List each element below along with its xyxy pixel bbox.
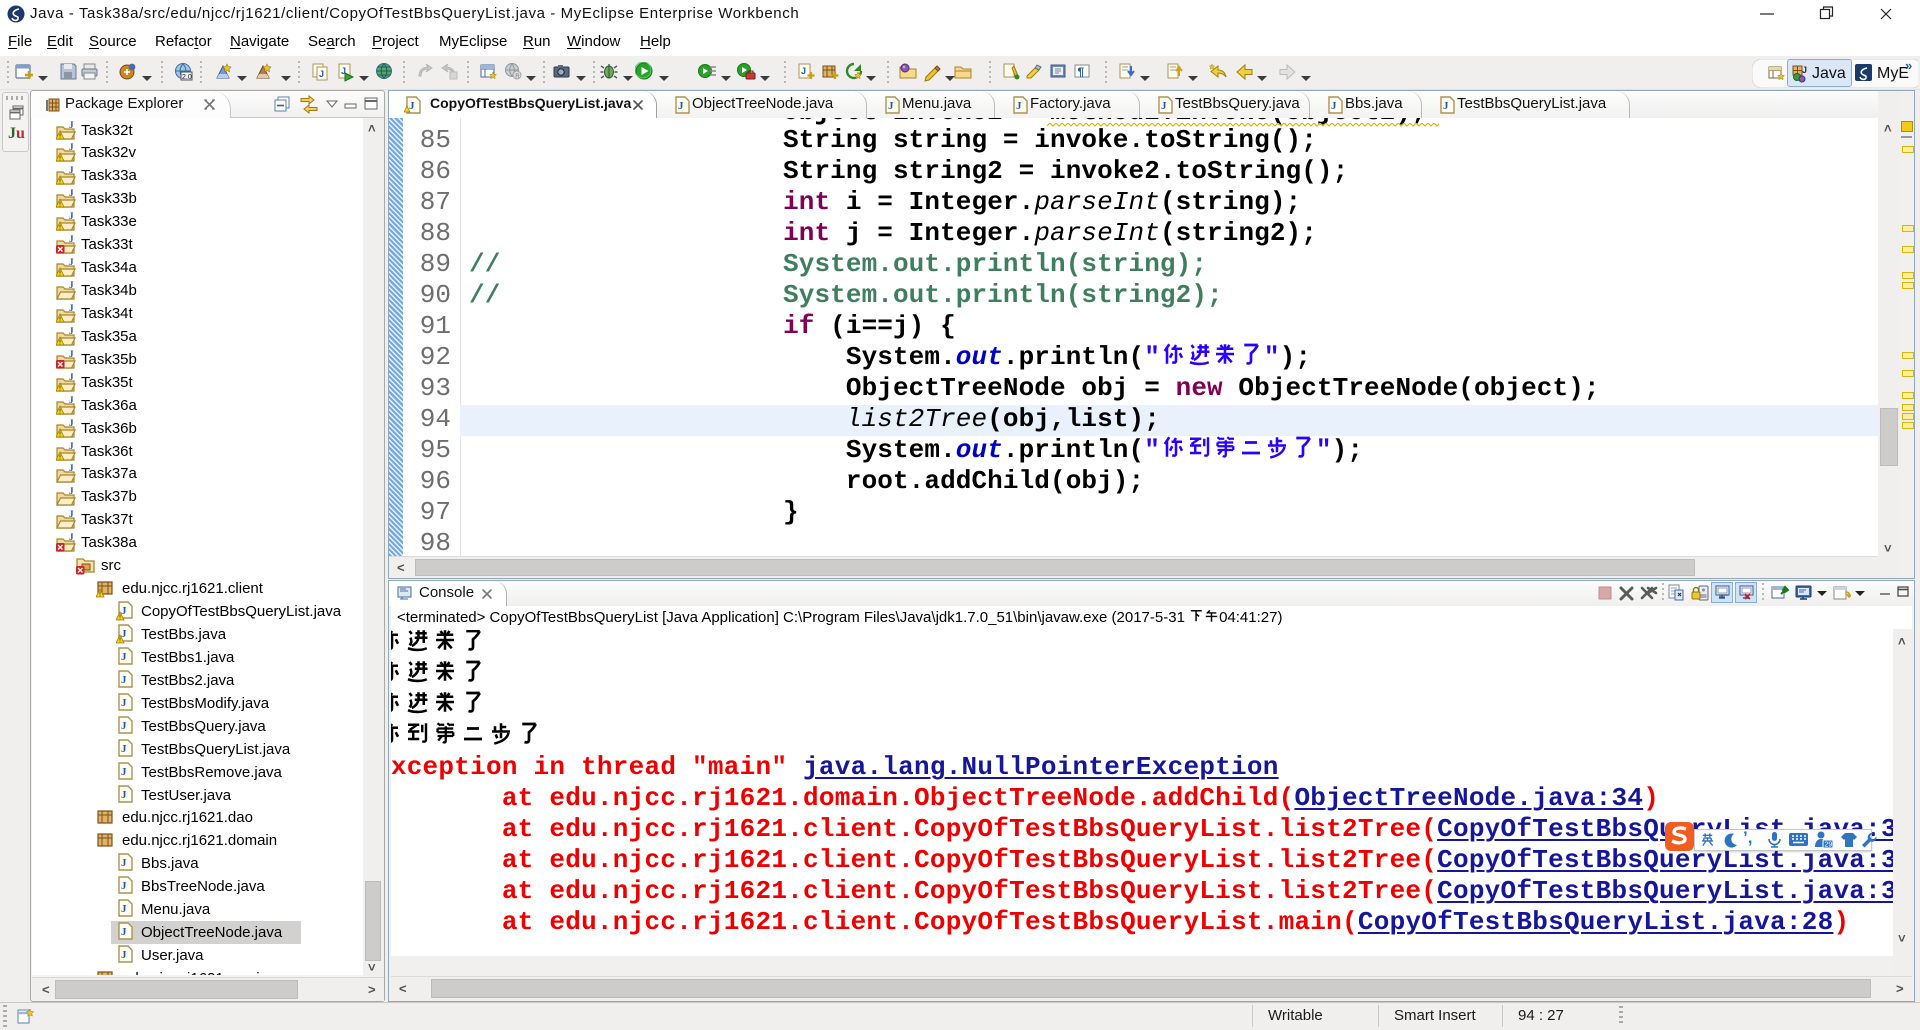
svg-text:2.0: 2.0 [182,74,192,81]
svg-text:J: J [1802,65,1807,75]
svg-text:J: J [319,69,324,79]
svg-text:¶: ¶ [1078,65,1085,79]
svg-text:R: R [515,74,520,80]
svg-text:29: 29 [1825,842,1833,849]
svg-text:J: J [801,66,806,76]
